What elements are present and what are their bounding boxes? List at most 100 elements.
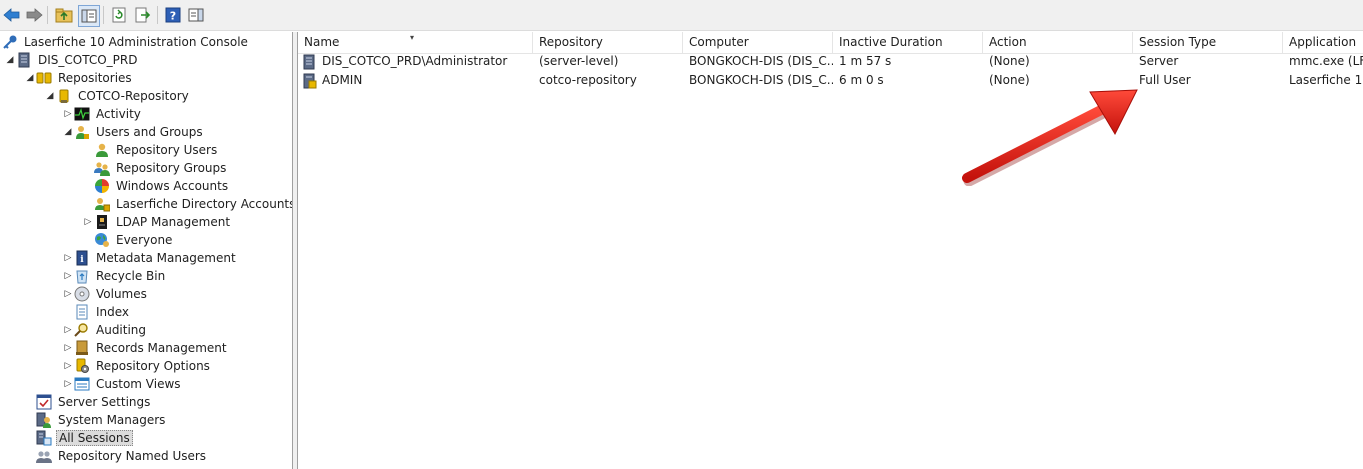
column-header-session-type[interactable]: Session Type [1133, 32, 1283, 53]
forward-icon[interactable] [24, 5, 44, 25]
session-application: mmc.exe (LF [1289, 54, 1363, 68]
tree-item-repository-options[interactable]: ▷ Repository Options [62, 357, 212, 375]
records-icon [74, 340, 90, 356]
tree-item-system-managers[interactable]: System Managers [36, 411, 167, 429]
show-hide-console-tree-icon[interactable] [78, 5, 100, 27]
column-header-repository[interactable]: Repository [533, 32, 683, 53]
column-header-name[interactable]: Name ▾ [298, 32, 533, 53]
repository-icon [56, 88, 72, 104]
expand-icon[interactable]: ▷ [82, 213, 94, 231]
collapse-icon[interactable]: ◢ [44, 87, 56, 105]
session-name: ADMIN [322, 73, 363, 87]
annotation-arrow-icon [962, 89, 1138, 186]
user-icon [94, 142, 110, 158]
sort-indicator-icon: ▾ [410, 33, 415, 42]
session-action: (None) [989, 54, 1030, 68]
tree-item-server[interactable]: ◢ DIS_COTCO_PRD [4, 51, 140, 69]
back-icon[interactable] [2, 5, 22, 25]
expand-icon[interactable]: ▷ [62, 249, 74, 267]
tree-item-index[interactable]: Index [74, 303, 131, 321]
up-folder-icon[interactable] [54, 5, 74, 25]
tree-item-repositories[interactable]: ◢ Repositories [24, 69, 134, 87]
expand-icon[interactable]: ▷ [62, 375, 74, 393]
column-header-application[interactable]: Application [1283, 32, 1363, 53]
custom-views-icon [74, 376, 90, 392]
table-row[interactable]: ADMIN cotco-repository BONGKOCH-DIS (DIS… [298, 71, 1363, 90]
tree-item-records-management[interactable]: ▷ Records Management [62, 339, 229, 357]
directory-accounts-icon [94, 196, 110, 212]
collapse-icon[interactable]: ◢ [4, 51, 16, 69]
tree-item-auditing[interactable]: ▷ Auditing [62, 321, 148, 339]
tree-item-volumes[interactable]: ▷ Volumes [62, 285, 149, 303]
collapse-icon[interactable]: ◢ [24, 69, 36, 87]
expand-icon[interactable]: ▷ [62, 285, 74, 303]
metadata-icon: i [74, 250, 90, 266]
tree-item-everyone[interactable]: Everyone [94, 231, 174, 249]
globe-users-icon [94, 232, 110, 248]
session-server-icon [302, 54, 318, 70]
system-managers-icon [36, 412, 52, 428]
tree-item-custom-views[interactable]: ▷ Custom Views [62, 375, 183, 393]
disc-icon [74, 286, 90, 302]
refresh-icon[interactable] [109, 5, 129, 25]
tree-item-repository-users[interactable]: Repository Users [94, 141, 219, 159]
list-header: Name ▾ Repository Computer Inactive Dura… [298, 32, 1363, 54]
expand-icon[interactable]: ▷ [62, 357, 74, 375]
tree-item-root[interactable]: Laserfiche 10 Administration Console [2, 33, 250, 51]
repository-options-icon [74, 358, 90, 374]
help-icon[interactable]: ? [163, 5, 183, 25]
tree-item-all-sessions[interactable]: All Sessions [36, 429, 133, 447]
expand-icon[interactable]: ▷ [62, 267, 74, 285]
group-icon [94, 160, 110, 176]
session-user-icon [302, 73, 318, 89]
tree-item-repository-groups[interactable]: Repository Groups [94, 159, 228, 177]
expand-icon[interactable]: ▷ [62, 321, 74, 339]
windows-logo-icon [94, 178, 110, 194]
key-icon [2, 34, 18, 50]
activity-monitor-icon [74, 106, 90, 122]
tree-item-activity[interactable]: ▷ Activity [62, 105, 143, 123]
session-repository: cotco-repository [539, 73, 637, 87]
export-list-icon[interactable] [133, 5, 153, 25]
session-inactive-duration: 1 m 57 s [839, 54, 892, 68]
expand-icon[interactable]: ▷ [62, 105, 74, 123]
users-groups-icon [74, 124, 90, 140]
tree-item-ldap-management[interactable]: ▷ LDAP Management [82, 213, 232, 231]
console-tree: Laserfiche 10 Administration Console ◢ D… [0, 32, 293, 469]
server-icon [16, 52, 32, 68]
column-header-action[interactable]: Action [983, 32, 1133, 53]
session-type: Full User [1139, 73, 1191, 87]
table-row[interactable]: DIS_COTCO_PRD\Administrator (server-leve… [298, 52, 1363, 71]
show-action-pane-icon[interactable] [186, 5, 206, 25]
repositories-icon [36, 70, 52, 86]
session-application: Laserfiche 10 [1289, 73, 1363, 87]
session-repository: (server-level) [539, 54, 619, 68]
collapse-icon[interactable]: ◢ [62, 123, 74, 141]
svg-text:?: ? [170, 10, 176, 23]
tree-item-laserfiche-directory-accounts[interactable]: Laserfiche Directory Accounts [94, 195, 292, 213]
server-settings-icon [36, 394, 52, 410]
tree-item-cotco-repository[interactable]: ◢ COTCO-Repository [44, 87, 191, 105]
ldap-icon [94, 214, 110, 230]
session-computer: BONGKOCH-DIS (DIS_C... [689, 54, 833, 68]
index-icon [74, 304, 90, 320]
session-name: DIS_COTCO_PRD\Administrator [322, 54, 508, 68]
expand-icon[interactable]: ▷ [62, 339, 74, 357]
svg-text:i: i [80, 255, 84, 265]
session-type: Server [1139, 54, 1179, 68]
tree-item-metadata-management[interactable]: ▷ i Metadata Management [62, 249, 238, 267]
tree-item-windows-accounts[interactable]: Windows Accounts [94, 177, 230, 195]
tree-item-users-and-groups[interactable]: ◢ Users and Groups [62, 123, 205, 141]
tree-item-recycle-bin[interactable]: ▷ Recycle Bin [62, 267, 167, 285]
column-header-inactive-duration[interactable]: Inactive Duration [833, 32, 983, 53]
sessions-icon [36, 430, 52, 446]
sessions-list: Name ▾ Repository Computer Inactive Dura… [298, 32, 1363, 469]
magnifier-icon [74, 322, 90, 338]
toolbar: ? [0, 0, 1363, 31]
named-users-icon [36, 448, 52, 464]
column-header-computer[interactable]: Computer [683, 32, 833, 53]
recycle-bin-icon [74, 268, 90, 284]
session-computer: BONGKOCH-DIS (DIS_C... [689, 73, 833, 87]
tree-item-repository-named-users[interactable]: Repository Named Users [36, 447, 208, 465]
tree-item-server-settings[interactable]: Server Settings [36, 393, 152, 411]
